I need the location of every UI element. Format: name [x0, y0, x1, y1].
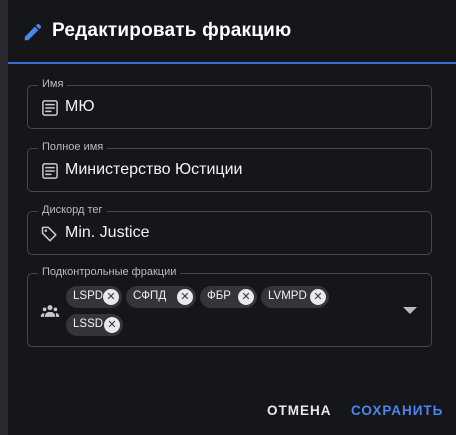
- chip-sfpd[interactable]: СФПД ✕: [126, 286, 196, 308]
- chip-fbr[interactable]: ФБР ✕: [200, 286, 257, 308]
- close-icon[interactable]: ✕: [177, 289, 193, 305]
- dialog-title: Редактировать фракцию: [52, 20, 292, 41]
- chip-lvmpd[interactable]: LVMPD ✕: [261, 286, 329, 308]
- chip-label: СФПД: [133, 290, 167, 302]
- chip-label: LVMPD: [268, 290, 307, 302]
- edit-faction-dialog: Редактировать фракцию Имя МЮ Полное имя …: [8, 0, 456, 435]
- discord-tag-input[interactable]: Min. Justice: [65, 224, 149, 242]
- cancel-button[interactable]: ОТМЕНА: [267, 403, 332, 418]
- chip-lssd[interactable]: LSSD ✕: [66, 314, 123, 336]
- discord-tag-field[interactable]: Дискорд тег Min. Justice: [27, 204, 432, 255]
- header-divider: [8, 62, 456, 64]
- name-label: Имя: [38, 78, 68, 90]
- discord-tag-label: Дискорд тег: [38, 204, 107, 216]
- dropdown-caret-icon[interactable]: [403, 307, 417, 314]
- close-icon[interactable]: ✕: [104, 317, 120, 333]
- group-icon: [40, 305, 60, 317]
- notes-icon: [42, 163, 58, 179]
- chip-label: ФБР: [207, 290, 231, 302]
- dialog-header: Редактировать фракцию: [8, 0, 456, 64]
- full-name-label: Полное имя: [38, 141, 108, 153]
- name-input[interactable]: МЮ: [65, 98, 95, 116]
- subordinate-factions-field[interactable]: Подконтрольные фракции LSPD ✕ СФПД ✕ ФБР…: [27, 266, 432, 347]
- full-name-input[interactable]: Министерство Юстиции: [65, 161, 242, 179]
- chip-label: LSSD: [73, 318, 104, 330]
- close-icon[interactable]: ✕: [103, 289, 119, 305]
- subordinate-factions-label: Подконтрольные фракции: [38, 266, 181, 278]
- save-button[interactable]: СОХРАНИТЬ: [351, 403, 443, 418]
- close-icon[interactable]: ✕: [238, 289, 254, 305]
- background-page: [0, 0, 8, 435]
- notes-icon: [42, 100, 58, 116]
- close-icon[interactable]: ✕: [310, 289, 326, 305]
- tags-icon: [41, 226, 57, 242]
- pencil-icon: [24, 23, 42, 41]
- chip-lspd[interactable]: LSPD ✕: [66, 286, 122, 308]
- full-name-field[interactable]: Полное имя Министерство Юстиции: [27, 141, 432, 192]
- chip-label: LSPD: [73, 290, 104, 302]
- name-field[interactable]: Имя МЮ: [27, 78, 432, 129]
